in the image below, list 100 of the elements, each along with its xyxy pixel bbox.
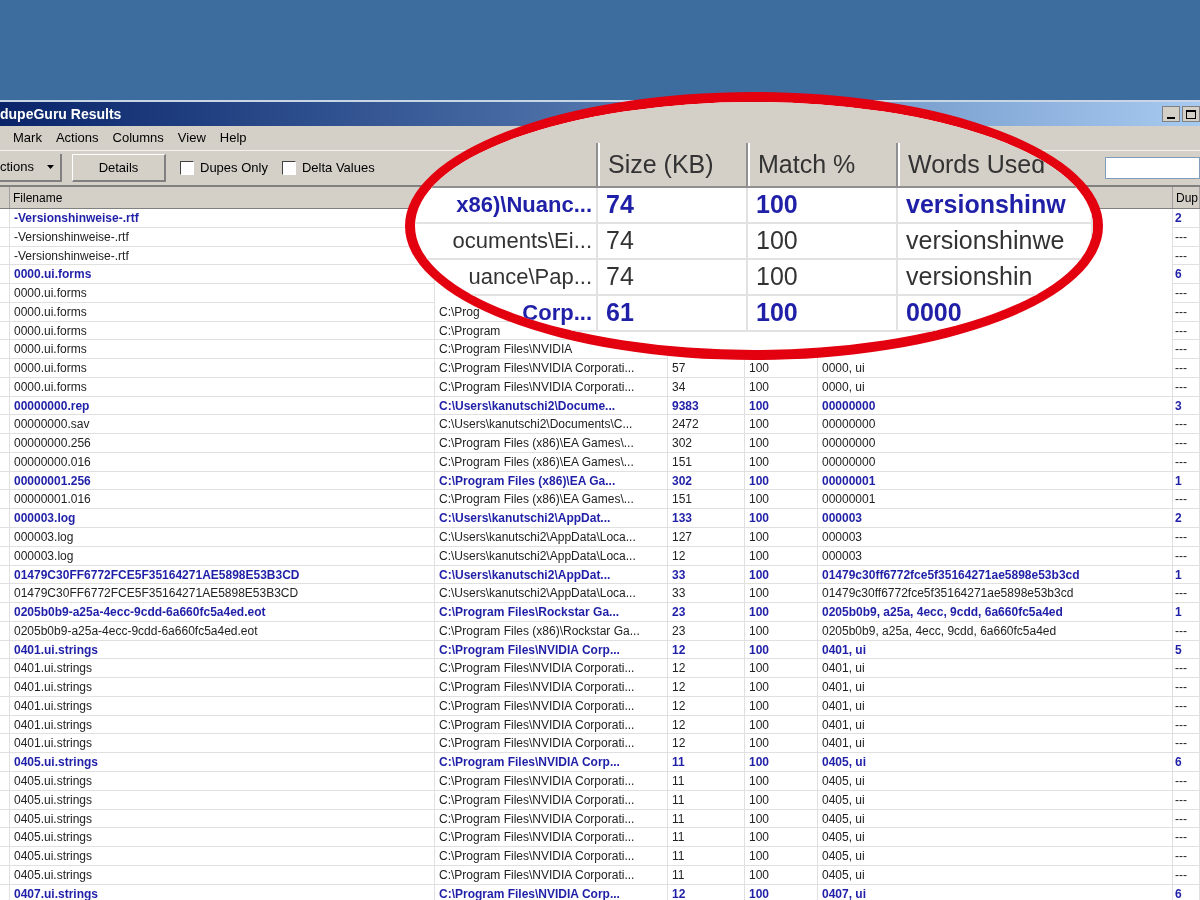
dupes-cell: --- xyxy=(1175,698,1187,713)
filename-cell: 00000000.016 xyxy=(14,454,91,469)
match-cell: 100 xyxy=(749,548,770,563)
menu-item[interactable]: Help xyxy=(218,128,248,148)
folder-cell: C:\Program Files\NVIDIA Corporati... xyxy=(439,361,635,376)
dupes-cell: --- xyxy=(1175,304,1187,319)
menu-item[interactable]: Actions xyxy=(54,128,100,148)
match-cell: 100 xyxy=(749,623,770,638)
column-header[interactable]: Match % xyxy=(758,145,856,184)
size-cell: 61 xyxy=(606,298,634,326)
filename-cell: 0401.ui.strings xyxy=(14,642,99,657)
match-cell: 100 xyxy=(749,567,770,582)
filename-cell: 000003.log xyxy=(14,511,76,526)
dupes-cell: --- xyxy=(1175,229,1187,244)
filename-cell: 000003.log xyxy=(14,530,74,544)
words-cell: 0401, ui xyxy=(822,661,865,676)
window-title: dupeGuru Results xyxy=(0,107,122,121)
words-cell: 0401, ui xyxy=(822,717,865,732)
checkbox-label: Dupes Only xyxy=(200,159,268,178)
menu-item[interactable]: View xyxy=(176,128,207,148)
match-cell: 100 xyxy=(749,867,770,882)
size-cell: 34 xyxy=(672,379,686,394)
folder-cell: C:\Program Files\NVIDIA Corp... xyxy=(439,886,620,900)
column-header[interactable]: Size (KB) xyxy=(608,145,714,184)
column-header[interactable]: Dup xyxy=(1176,188,1198,207)
filename-cell: 0000.ui.forms xyxy=(14,323,87,338)
menu-item[interactable]: Mark xyxy=(12,128,43,148)
match-cell: 100 xyxy=(749,473,770,488)
folder-cell: C:\Program Files (x86)\EA Games\... xyxy=(439,492,634,507)
match-cell: 100 xyxy=(749,717,770,732)
words-cell: 0405, ui xyxy=(822,792,865,807)
folder-cell: uance\Pap... xyxy=(468,264,592,289)
filename-cell: 0405.ui.strings xyxy=(14,849,93,864)
words-cell: 0205b0b9, a25a, 4ecc, 9cdd, 6a660fc5a4ed xyxy=(822,605,1063,620)
size-cell: 12 xyxy=(672,698,686,713)
menu-item[interactable]: Columns xyxy=(111,128,165,148)
words-cell: versionshin xyxy=(906,262,1033,290)
dupes-cell: 1 xyxy=(1175,567,1182,582)
size-cell: 11 xyxy=(672,792,685,807)
size-cell: 33 xyxy=(672,567,686,582)
dupes-cell: --- xyxy=(1175,492,1187,507)
match-cell: 100 xyxy=(749,417,770,432)
match-cell: 100 xyxy=(749,436,770,451)
words-cell: 00000001 xyxy=(822,473,876,488)
match-cell: 100 xyxy=(749,511,770,526)
words-cell: 0405, ui xyxy=(822,755,867,770)
folder-cell: Corp... xyxy=(522,300,592,325)
folder-cell: C:\Users\kanutschi2\AppDat... xyxy=(439,511,611,526)
dupes-cell: --- xyxy=(1175,248,1187,263)
checkbox[interactable] xyxy=(180,161,194,175)
dupes-cell: --- xyxy=(1175,379,1187,394)
checkbox[interactable] xyxy=(281,161,296,175)
dupes-cell: --- xyxy=(1175,586,1187,601)
filename-cell: 0000.ui.forms xyxy=(14,267,92,282)
folder-cell: C:\Users\kanutschi2\AppData\Loca... xyxy=(439,548,636,563)
dupes-cell: --- xyxy=(1175,773,1187,788)
dupes-cell: --- xyxy=(1175,361,1187,376)
match-cell: 100 xyxy=(749,773,770,788)
size-cell: 151 xyxy=(672,492,693,507)
size-cell: 74 xyxy=(606,262,634,290)
match-cell: 100 xyxy=(749,849,770,864)
size-cell: 11 xyxy=(672,773,685,788)
column-header[interactable]: Words Used xyxy=(908,145,1046,184)
filename-cell: 0405.ui.strings xyxy=(14,755,99,770)
dupes-cell: --- xyxy=(1175,454,1187,469)
filename-cell: -Versionshinweise-.rtf xyxy=(14,229,129,244)
words-cell: 000003 xyxy=(822,530,863,544)
folder-cell: C:\Program Files\NVIDIA Corporati... xyxy=(439,717,635,732)
folder-cell: C:\Program Files\NVIDIA Corporati... xyxy=(439,773,635,788)
match-cell: 100 xyxy=(749,698,770,713)
actions-dropdown[interactable]: ctions xyxy=(0,154,62,182)
words-cell: 0405, ui xyxy=(822,811,865,826)
filename-cell: 0000.ui.forms xyxy=(14,379,87,394)
filename-cell: -Versionshinweise-.rtf xyxy=(14,211,139,225)
folder-cell: x86)\Nuanc... xyxy=(456,192,592,217)
folder-cell: C:\Program xyxy=(439,323,501,338)
folder-cell: C:\Prog xyxy=(439,304,480,319)
search-field[interactable] xyxy=(1105,157,1200,179)
words-cell: 0405, ui xyxy=(822,773,865,788)
dupes-cell: 2 xyxy=(1175,211,1182,225)
maximize-button[interactable] xyxy=(1182,106,1200,122)
caret-icon xyxy=(47,165,54,169)
words-cell: 0407, ui xyxy=(822,886,867,900)
size-cell: 12 xyxy=(672,736,686,751)
words-cell: 00000001 xyxy=(822,492,876,507)
filename-cell: 0401.ui.strings xyxy=(14,680,93,695)
dupes-cell: --- xyxy=(1175,530,1187,544)
folder-cell: C:\Program Files (x86)\EA Games\... xyxy=(439,436,634,451)
words-cell: versionshinw xyxy=(906,190,1066,218)
size-cell: 2472 xyxy=(672,417,699,432)
dupes-cell: --- xyxy=(1175,792,1187,807)
dupes-cell: --- xyxy=(1175,830,1187,845)
minimize-button[interactable] xyxy=(1162,106,1180,122)
dupes-cell: 3 xyxy=(1175,398,1182,413)
size-cell: 74 xyxy=(606,190,634,218)
folder-cell: C:\Users\kanutschi2\Docume... xyxy=(439,398,616,413)
folder-cell: C:\Program Files\NVIDIA Corporati... xyxy=(439,867,635,882)
filename-cell: 0407.ui.strings xyxy=(14,886,99,900)
details-button[interactable]: Details xyxy=(72,154,166,182)
column-header[interactable]: Filename xyxy=(13,188,63,207)
